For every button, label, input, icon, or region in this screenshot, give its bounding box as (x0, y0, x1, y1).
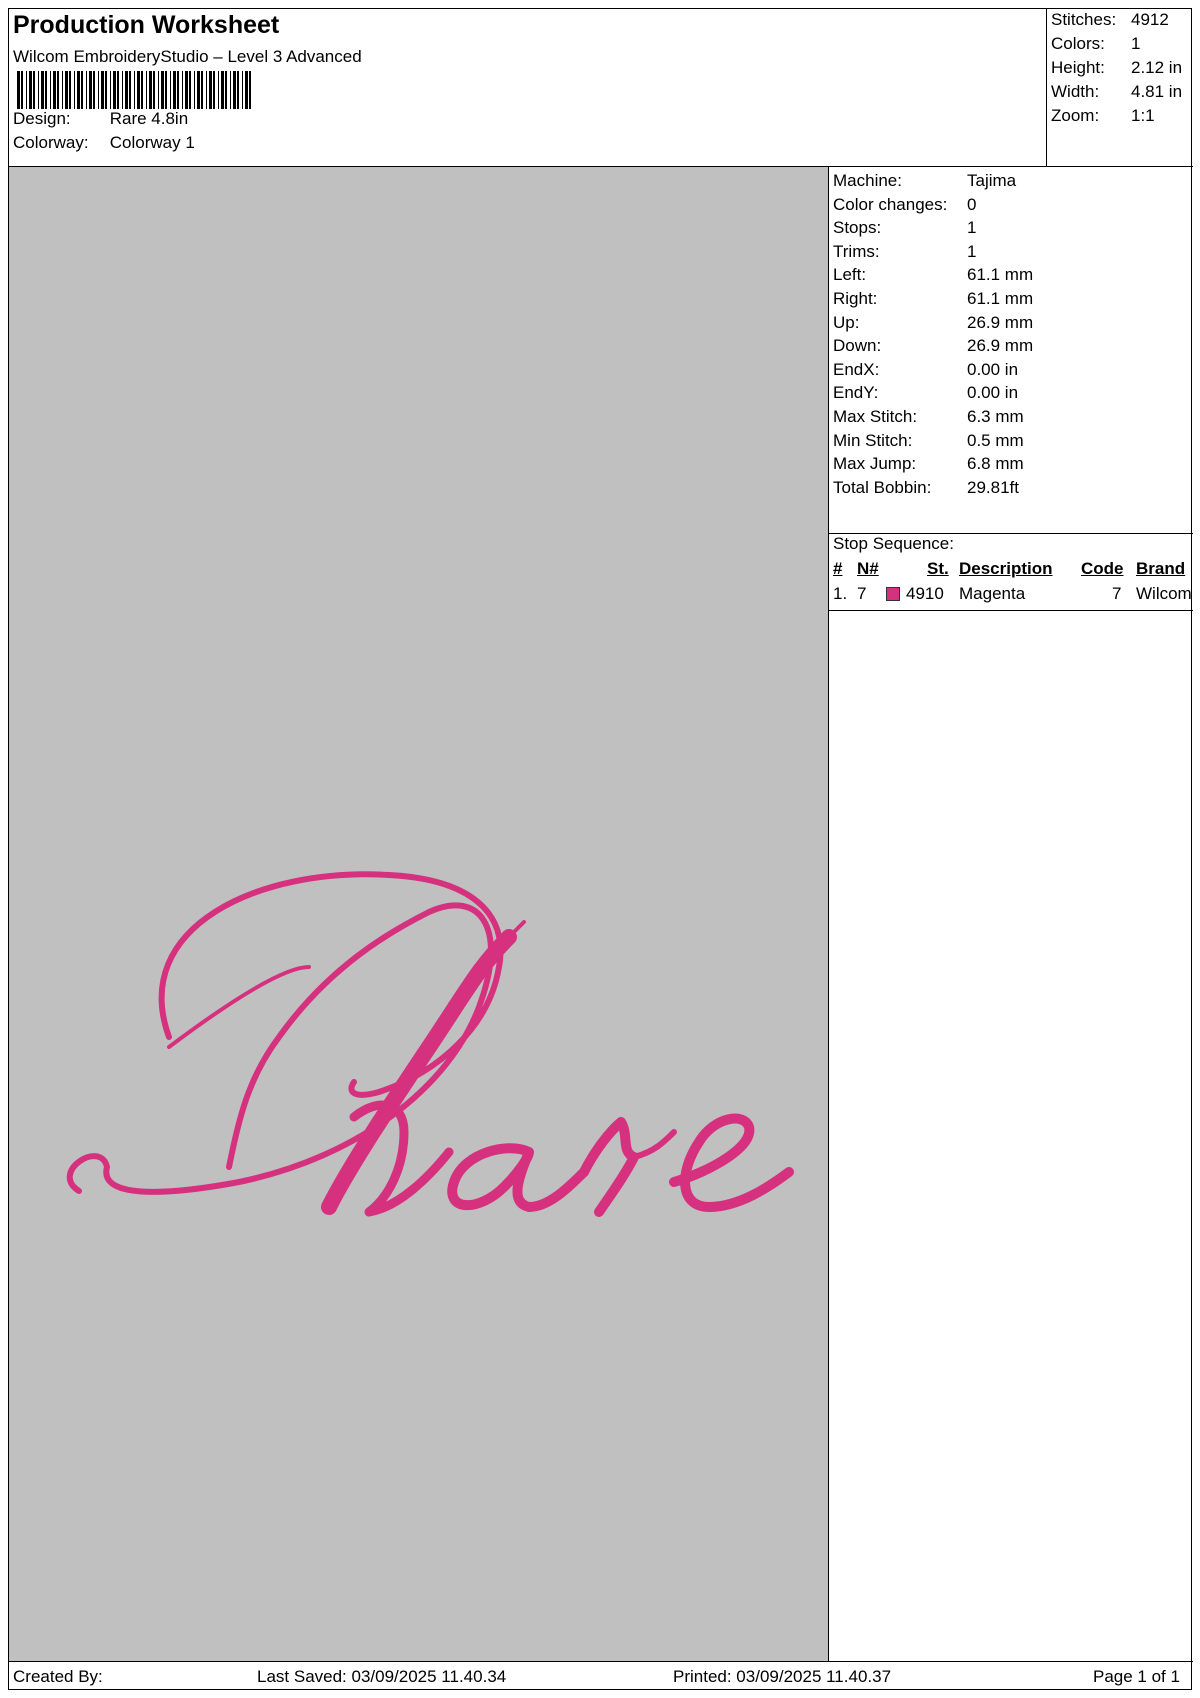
barcode-icon (17, 71, 251, 109)
stat-label: Left: (833, 265, 867, 285)
header-description: Description (959, 559, 1053, 578)
design-statistics-panel: Machine: Tajima Color changes: 0 Stops: 1 Trim… (829, 167, 1193, 1661)
stat-value: 1 (967, 241, 977, 261)
stat-value: 0.00 in (967, 359, 1019, 379)
stat-row: Up: 26.9 mm (833, 311, 1033, 335)
stat-row: Stops: 1 (833, 216, 976, 240)
header-brand: Brand (1136, 559, 1186, 578)
thread-color-swatch (886, 587, 900, 601)
worksheet-footer: Created By: Last Saved: 03/09/2025 11.40… (9, 1661, 1193, 1691)
stop-row-num: 1. (833, 584, 848, 603)
colors-row: Colors: 1 (1051, 34, 1140, 54)
zoom-value: 1:1 (1131, 106, 1155, 125)
stop-row-stitches: 4910 (906, 584, 944, 603)
stat-row: Down: 26.9 mm (833, 334, 1033, 358)
colorway-value: Colorway 1 (109, 133, 195, 152)
stat-label: EndX: (833, 359, 880, 379)
stat-label: Down: (833, 336, 882, 356)
stat-row: EndX: 0.00 in (833, 358, 1018, 382)
stitches-value: 4912 (1131, 10, 1169, 29)
stat-row: Min Stitch: 0.5 mm (833, 429, 1024, 453)
stat-value: 26.9 mm (967, 312, 1034, 332)
stat-label: Max Jump: (833, 454, 917, 474)
header-needle: N# (857, 559, 879, 578)
height-label: Height: (1051, 58, 1105, 77)
stat-label: Total Bobbin: (833, 477, 932, 497)
design-summary: Stitches: 4912 Colors: 1 Height: 2.12 in Wi… (1047, 9, 1193, 167)
stat-value: 61.1 mm (967, 289, 1034, 308)
stat-label: EndY: (833, 383, 879, 403)
zoom-row: Zoom: 1:1 (1051, 106, 1155, 126)
stat-label: Min Stitch: (833, 430, 913, 450)
width-row: Width: 4.81 in (1051, 82, 1182, 102)
printed-date: Printed: 03/09/2025 11.40.37 (673, 1667, 892, 1686)
stat-row: Max Stitch: 6.3 mm (833, 405, 1024, 429)
stat-label: Trims: (833, 241, 880, 261)
stat-value: 0 (967, 194, 977, 214)
stop-row-brand: Wilcom (1136, 584, 1192, 603)
stat-value: 0.00 in (967, 383, 1019, 403)
colorway-row: Colorway: Colorway 1 (13, 133, 195, 153)
stat-row: EndY: 0.00 in (833, 381, 1018, 405)
colors-label: Colors: (1051, 34, 1105, 53)
embroidery-design (66, 871, 794, 1217)
colors-value: 1 (1131, 34, 1141, 53)
design-label: Design: (13, 109, 71, 128)
stat-row: Trims: 1 (833, 240, 976, 264)
stat-label: Stops: (833, 218, 882, 238)
stat-label: Right: (833, 289, 878, 308)
stat-row: Left: 61.1 mm (833, 263, 1033, 287)
design-value: Rare 4.8in (109, 109, 189, 128)
stat-value: 6.8 mm (967, 454, 1024, 474)
section-divider (829, 610, 1193, 611)
height-value: 2.12 in (1131, 58, 1183, 77)
created-by: Created By: (13, 1667, 103, 1686)
stop-row-code: 7 (1112, 584, 1122, 603)
design-preview (9, 167, 829, 1661)
width-label: Width: (1051, 82, 1100, 101)
stat-label: Max Stitch: (833, 407, 918, 426)
stat-value: 0.5 mm (967, 430, 1024, 450)
header-stitches: St. (927, 559, 949, 578)
header-code: Code (1081, 559, 1124, 578)
design-name-row: Design: Rare 4.8in (13, 109, 188, 129)
stat-value: 1 (967, 218, 977, 238)
stat-value: 29.81ft (967, 477, 1019, 497)
stat-value: Tajima (967, 171, 1017, 190)
stat-label: Up: (833, 312, 860, 332)
worksheet-header: Production Worksheet Wilcom EmbroiderySt… (9, 9, 1047, 167)
stat-label: Machine: (833, 171, 902, 190)
page-title: Production Worksheet (13, 11, 280, 39)
software-name: Wilcom EmbroideryStudio – Level 3 Advanc… (13, 47, 362, 66)
header-num: # (833, 559, 843, 578)
worksheet-page: Production Worksheet Wilcom EmbroiderySt… (8, 8, 1193, 1691)
zoom-label: Zoom: (1051, 106, 1100, 125)
height-row: Height: 2.12 in (1051, 58, 1182, 78)
stop-sequence-title: Stop Sequence: (833, 534, 954, 553)
stat-value: 26.9 mm (967, 336, 1034, 356)
width-value: 4.81 in (1131, 82, 1183, 101)
stat-row: Max Jump: 6.8 mm (833, 452, 1024, 476)
stitches-label: Stitches: (1051, 10, 1117, 29)
stat-value: 61.1 mm (967, 265, 1034, 285)
page-number: Page 1 of 1 (1093, 1667, 1180, 1686)
stop-row-description: Magenta (959, 584, 1026, 603)
stat-value: 6.3 mm (967, 407, 1024, 426)
stat-row: Machine: Tajima (833, 169, 1016, 193)
colorway-label: Colorway: (13, 133, 89, 152)
stat-row: Color changes: 0 (833, 193, 976, 217)
last-saved: Last Saved: 03/09/2025 11.40.34 (257, 1667, 507, 1686)
stop-row-needle: 7 (857, 584, 867, 603)
stat-label: Color changes: (833, 194, 948, 214)
stat-row: Right: 61.1 mm (833, 287, 1033, 311)
stitches-row: Stitches: 4912 (1051, 10, 1169, 30)
stat-row: Total Bobbin: 29.81ft (833, 476, 1019, 500)
